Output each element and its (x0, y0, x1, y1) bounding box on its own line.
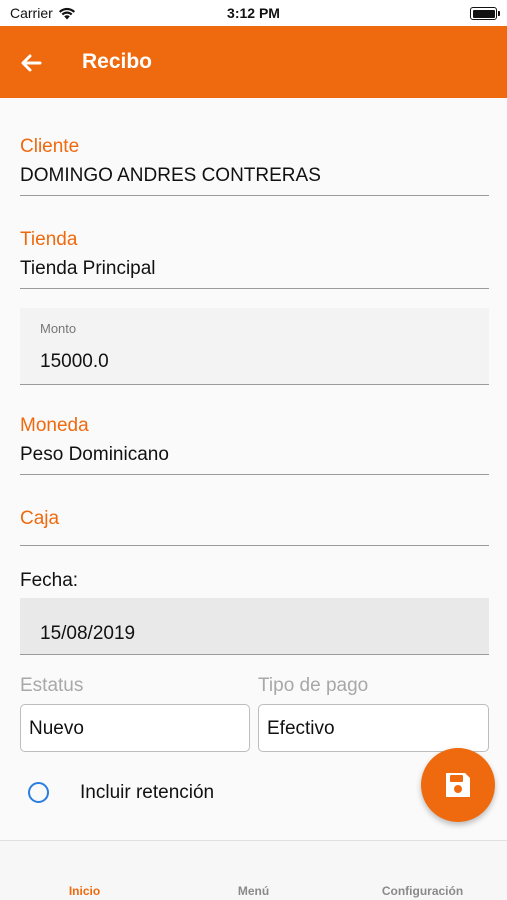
monto-value: 15000.0 (40, 351, 109, 372)
clock: 3:12 PM (227, 5, 280, 21)
retencion-radio[interactable] (28, 782, 49, 803)
moneda-value: Peso Dominicano (20, 444, 169, 465)
tienda-value: Tienda Principal (20, 258, 156, 279)
estatus-select[interactable]: Nuevo (20, 704, 250, 752)
tab-configuracion[interactable]: Configuración (338, 884, 507, 898)
cliente-value: DOMINGO ANDRES CONTRERAS (20, 165, 321, 186)
save-button[interactable] (421, 748, 495, 822)
tienda-label: Tienda (20, 229, 78, 250)
monto-label: Monto (40, 321, 77, 336)
battery-icon (470, 7, 500, 20)
cliente-label: Cliente (20, 136, 80, 157)
tipo-pago-label: Tipo de pago (258, 675, 369, 696)
tienda-field[interactable]: Tienda Tienda Principal (20, 229, 489, 289)
caja-label: Caja (20, 508, 60, 529)
fecha-value: 15/08/2019 (40, 623, 136, 644)
page-title: Recibo (82, 50, 153, 73)
tab-menu[interactable]: Menú (169, 884, 338, 898)
moneda-field[interactable]: Moneda Peso Dominicano (20, 415, 489, 475)
moneda-label: Moneda (20, 415, 89, 436)
tab-inicio[interactable]: Inicio (0, 884, 169, 898)
receipt-form: Cliente DOMINGO ANDRES CONTRERAS Tienda … (0, 98, 507, 840)
caja-field[interactable]: Caja (20, 508, 489, 546)
estatus-value: Nuevo (29, 718, 84, 739)
arrow-left-icon[interactable] (18, 50, 44, 76)
estatus-label: Estatus (20, 675, 84, 696)
status-bar: Carrier 3:12 PM (0, 0, 507, 26)
fecha-input[interactable]: 15/08/2019 (20, 598, 489, 655)
app-bar: Recibo (0, 26, 507, 98)
retencion-label[interactable]: Incluir retención (80, 782, 214, 804)
tipo-pago-value: Efectivo (267, 718, 335, 739)
monto-input[interactable]: Monto 15000.0 (20, 308, 489, 385)
fecha-label: Fecha: (20, 570, 79, 591)
floppy-disk-icon (446, 773, 470, 797)
tipo-pago-select[interactable]: Efectivo (258, 704, 489, 752)
bottom-nav: Inicio Menú Configuración (0, 840, 507, 900)
cliente-field[interactable]: Cliente DOMINGO ANDRES CONTRERAS (20, 136, 489, 196)
